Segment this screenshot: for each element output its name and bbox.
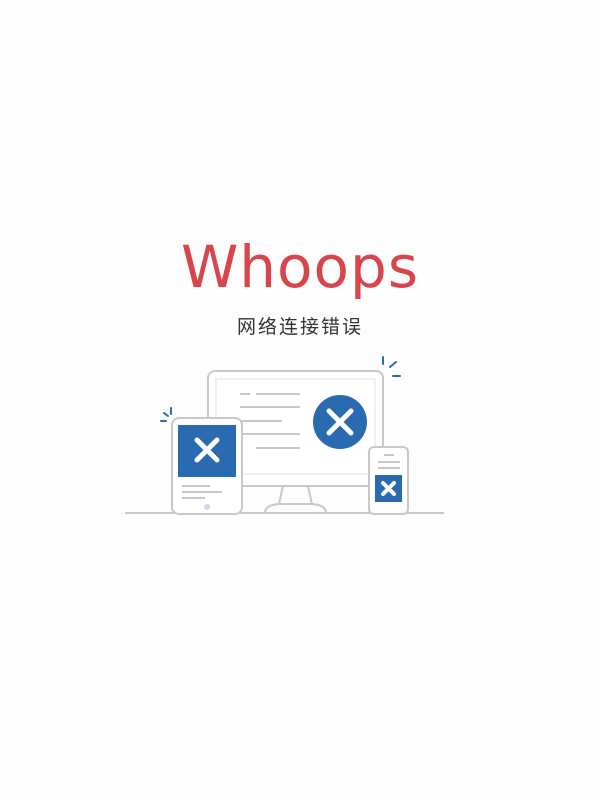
error-headline: Whoops	[180, 233, 420, 301]
network-error-illustration	[125, 356, 444, 515]
error-message: 网络连接错误	[236, 316, 363, 338]
tablet-error-icon	[171, 417, 243, 515]
sparkle-icon	[160, 407, 172, 422]
error-page: Whoops 网络连接错误	[0, 0, 600, 800]
phone-error-icon	[368, 446, 409, 515]
sparkle-icon	[382, 356, 401, 377]
